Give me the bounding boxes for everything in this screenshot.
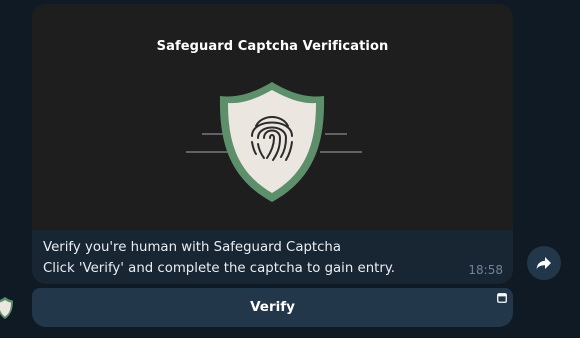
verify-button-label: Verify (250, 299, 295, 315)
verify-button[interactable]: Verify (32, 288, 513, 327)
caption-line-2: Click 'Verify' and complete the captcha … (43, 261, 396, 276)
captcha-banner-image: Safeguard Captcha Verification (32, 4, 513, 230)
message-caption: Verify you're human with Safeguard Captc… (43, 237, 395, 279)
caption-line-1: Verify you're human with Safeguard Captc… (43, 240, 342, 255)
web-app-icon (497, 293, 507, 303)
message-bubble: Safeguard Captcha Verification Verify yo… (32, 4, 513, 284)
shield-avatar-icon[interactable] (0, 296, 14, 320)
message-time: 18:58 (468, 263, 503, 277)
forward-button[interactable] (527, 246, 561, 280)
banner-title: Safeguard Captcha Verification (156, 39, 389, 54)
shield-fingerprint-icon (182, 80, 362, 204)
forward-arrow-icon (536, 257, 551, 269)
